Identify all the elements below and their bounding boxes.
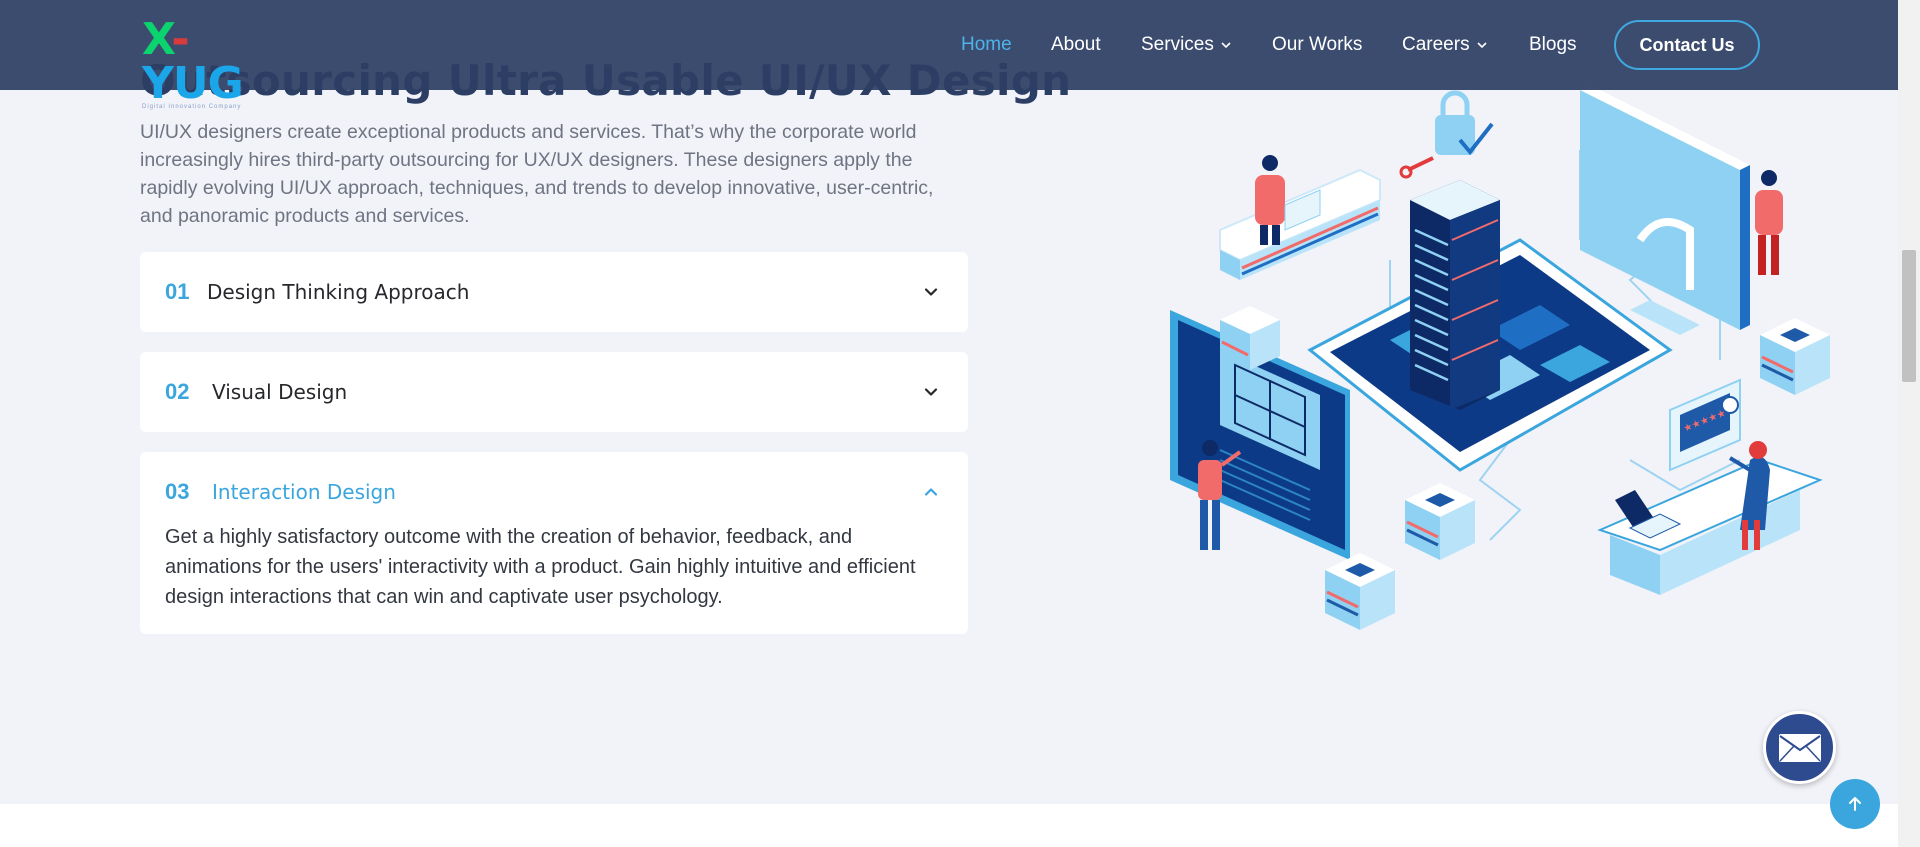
nav-home[interactable]: Home [961, 34, 1012, 56]
contact-us-button[interactable]: Contact Us [1614, 20, 1760, 70]
accordion-header[interactable]: 01 Design Thinking Approach [140, 252, 968, 332]
accordion-header[interactable]: 02 Visual Design [140, 352, 968, 432]
nav-services-label: Services [1141, 34, 1214, 55]
page-scrollbar[interactable] [1898, 0, 1920, 847]
scroll-to-top-button[interactable] [1830, 779, 1880, 829]
page: Outsourcing Ultra Usable UI/UX Design UI… [0, 0, 1898, 847]
accordion-item-interaction-design[interactable]: 03 Interaction Design Get a highly satis… [140, 452, 968, 634]
chevron-down-icon [1221, 42, 1231, 49]
section-intro: UI/UX designers create exceptional produ… [140, 121, 934, 227]
accordion-title: Visual Design [212, 380, 348, 404]
envelope-icon [1778, 733, 1821, 762]
mail-button[interactable] [1763, 711, 1836, 784]
accordion-body: Get a highly satisfactory outcome with t… [165, 526, 916, 608]
accordion-item-design-thinking[interactable]: 01 Design Thinking Approach [140, 252, 968, 332]
accordion-number: 01 [165, 279, 190, 304]
nav-services[interactable]: Services [1141, 34, 1232, 56]
chevron-down-icon [1477, 42, 1487, 49]
site-logo[interactable]: X-YUG Digital Innovation Company [142, 18, 272, 111]
isometric-illustration: ★★★★★ [1170, 85, 1830, 630]
nav-blogs[interactable]: Blogs [1529, 34, 1577, 56]
chevron-down-icon[interactable] [924, 385, 938, 399]
accordion-number: 03 [165, 479, 190, 504]
nav-about[interactable]: About [1051, 34, 1101, 56]
accordion-item-visual-design[interactable]: 02 Visual Design [140, 352, 968, 432]
accordion-title: Interaction Design [212, 480, 396, 504]
site-header: X-YUG Digital Innovation Company Home Ab… [0, 0, 1898, 111]
scrollbar-thumb[interactable] [1902, 250, 1916, 382]
accordion-title: Design Thinking Approach [207, 280, 470, 304]
nav-careers-label: Careers [1402, 34, 1470, 55]
nav-our-works[interactable]: Our Works [1272, 34, 1362, 56]
chevron-down-icon[interactable] [924, 285, 938, 299]
accordion-header[interactable]: 03 Interaction Design [140, 452, 968, 532]
arrow-up-icon [1849, 797, 1861, 811]
chevron-up-icon[interactable] [924, 485, 938, 499]
accordion-number: 02 [165, 379, 190, 404]
nav-careers[interactable]: Careers [1402, 34, 1488, 56]
next-section-background [0, 804, 1898, 847]
